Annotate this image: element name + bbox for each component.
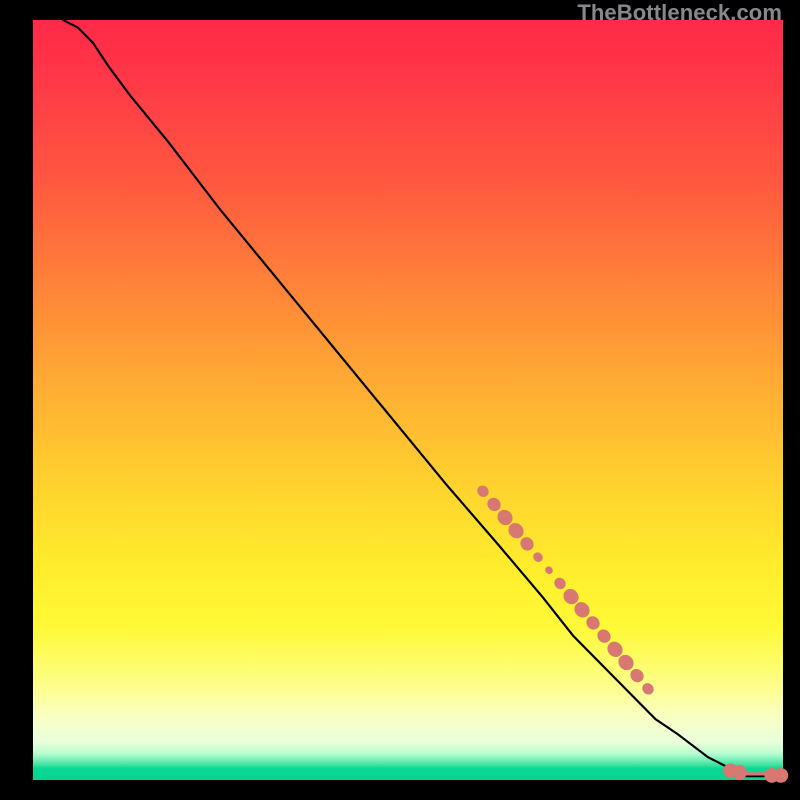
marker-cluster-upper: [475, 483, 656, 697]
cluster-blob: [640, 681, 656, 697]
cluster-blob: [475, 483, 491, 499]
cluster-blob: [552, 575, 568, 591]
cluster-blob: [531, 550, 544, 563]
bottleneck-curve: [63, 20, 783, 776]
cluster-blob: [544, 565, 555, 576]
chart-overlay: [33, 20, 783, 780]
chart-stage: TheBottleneck.com: [0, 0, 800, 800]
